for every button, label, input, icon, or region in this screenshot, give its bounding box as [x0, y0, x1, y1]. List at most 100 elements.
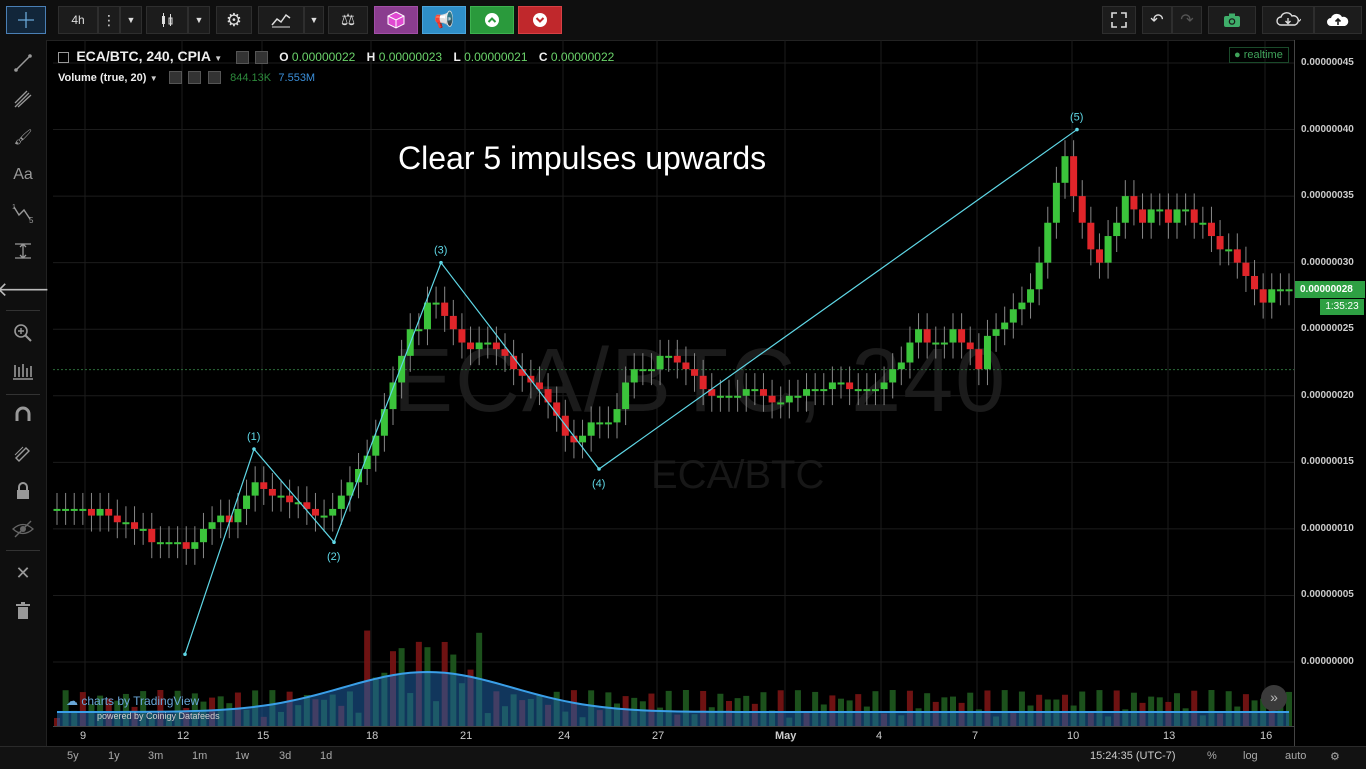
- candle-body: [1199, 222, 1207, 225]
- candle-body: [467, 342, 475, 350]
- pitchfork-tool[interactable]: [8, 86, 38, 112]
- candle-body: [1035, 262, 1043, 290]
- indicators-button[interactable]: [258, 6, 304, 34]
- load-chart-button[interactable]: [1262, 6, 1314, 34]
- scroll-to-realtime-button[interactable]: »: [1261, 685, 1287, 711]
- gear-icon[interactable]: [188, 71, 202, 85]
- symbol-title[interactable]: ECA/BTC, 240, CPIA: [76, 48, 211, 64]
- buy-button[interactable]: [470, 6, 514, 34]
- volume-dropdown-icon[interactable]: ▼: [150, 74, 158, 83]
- candle-body: [716, 395, 724, 398]
- range-button-1d[interactable]: 1d: [320, 750, 332, 762]
- circle-chevron-up-icon: [485, 13, 499, 27]
- interval-dropdown-button[interactable]: ▼: [120, 6, 142, 34]
- undo-icon: ↶: [1150, 12, 1164, 29]
- range-button-5y[interactable]: 5y: [67, 750, 79, 762]
- remove-drawings-tool[interactable]: [8, 598, 38, 624]
- lock-tool[interactable]: [8, 478, 38, 504]
- compare-button[interactable]: ⚖: [328, 6, 368, 34]
- interval-button[interactable]: 4h: [58, 6, 98, 34]
- text-tool[interactable]: Aa: [8, 162, 38, 188]
- zoom-in-tool[interactable]: [8, 320, 38, 346]
- stay-in-drawing-tool[interactable]: [8, 440, 38, 466]
- settings-button[interactable]: ⚙: [216, 6, 252, 34]
- auto-toggle[interactable]: auto: [1285, 750, 1306, 762]
- candle-body: [320, 515, 328, 518]
- chart-style-dropdown-button[interactable]: ▼: [188, 6, 210, 34]
- candle-body: [268, 488, 276, 496]
- range-button-3d[interactable]: 3d: [279, 750, 291, 762]
- indicators-dropdown-button[interactable]: ▼: [304, 6, 324, 34]
- tools-settings-tool[interactable]: ✕: [8, 560, 38, 586]
- tradingview-logo-icon: ☁: [66, 694, 78, 708]
- bar-pattern-tool[interactable]: [8, 358, 38, 384]
- back-arrow-tool[interactable]: 🡐: [0, 276, 50, 302]
- redo-button[interactable]: ↷: [1172, 6, 1202, 34]
- range-button-1y[interactable]: 1y: [108, 750, 120, 762]
- candle-body: [79, 508, 87, 511]
- interval-label: 4h: [71, 13, 85, 27]
- open-key: O: [279, 50, 289, 64]
- plugin-cube-button[interactable]: [374, 6, 418, 34]
- price-axis-label: 0.00000005: [1301, 589, 1354, 601]
- candle-body: [260, 482, 268, 489]
- chart-style-button[interactable]: [146, 6, 188, 34]
- trend-line-tool[interactable]: [8, 50, 38, 76]
- price-axis[interactable]: 0.00000045 0.00000040 0.00000035 0.00000030…: [1294, 40, 1366, 746]
- time-axis-label: 4: [876, 730, 883, 742]
- high-key: H: [366, 50, 376, 64]
- volume-title[interactable]: Volume (true, 20): [58, 72, 146, 84]
- eye-icon[interactable]: [169, 71, 183, 85]
- wave-point: [1075, 127, 1079, 132]
- candle-body: [1044, 222, 1052, 263]
- percent-toggle[interactable]: %: [1207, 750, 1217, 762]
- time-axis[interactable]: 9 12 15 18 21 24 27 May 4 7 10 13 16: [53, 726, 1294, 747]
- magnet-tool[interactable]: [8, 402, 38, 428]
- sell-button[interactable]: [518, 6, 562, 34]
- vertical-dots-icon: ⋮: [102, 11, 116, 28]
- range-button-1w[interactable]: 1w: [235, 750, 249, 762]
- candle-body: [1130, 196, 1138, 210]
- brush-tool[interactable]: 🖌: [8, 124, 38, 150]
- candle-body: [1095, 249, 1103, 263]
- price-axis-label: 0.00000000: [1301, 656, 1354, 667]
- candle-body: [639, 369, 647, 372]
- indicators-icon: [271, 13, 291, 28]
- symbol-dropdown-icon[interactable]: ▼: [214, 54, 222, 63]
- cube-icon: [387, 11, 405, 29]
- fullscreen-button[interactable]: [1102, 6, 1136, 34]
- snapshot-button[interactable]: [1208, 6, 1256, 34]
- crosshair-icon: [18, 12, 34, 28]
- chart-annotation-text[interactable]: Clear 5 impulses upwards: [398, 140, 766, 177]
- hide-drawings-tool[interactable]: [8, 516, 38, 542]
- crosshair-tool-button[interactable]: [6, 6, 46, 34]
- pencil-stack-icon: [14, 446, 30, 462]
- candle-body: [148, 528, 156, 543]
- pattern-tool[interactable]: 15: [8, 200, 38, 226]
- wave-pattern-icon: 15: [12, 204, 34, 223]
- log-toggle[interactable]: log: [1243, 750, 1258, 762]
- candle-body: [1121, 196, 1129, 223]
- range-button-1m[interactable]: 1m: [192, 750, 207, 762]
- measure-tool[interactable]: [8, 238, 38, 264]
- candle-body: [1104, 236, 1112, 263]
- candle-body: [156, 542, 164, 545]
- toolbar-separator: [6, 310, 40, 311]
- legend-collapse-icon[interactable]: [58, 52, 69, 64]
- candle-body: [983, 335, 991, 370]
- save-chart-button[interactable]: [1314, 6, 1362, 34]
- candle-body: [544, 389, 552, 403]
- wave-label: (3): [434, 245, 447, 257]
- zoom-in-icon: [14, 324, 32, 342]
- tradingview-branding[interactable]: ☁ charts by TradingView: [66, 694, 199, 708]
- broadcast-button[interactable]: 📢: [422, 6, 466, 34]
- gear-icon[interactable]: [254, 51, 268, 65]
- eye-icon[interactable]: [235, 51, 249, 65]
- undo-button[interactable]: ↶: [1142, 6, 1172, 34]
- candle-body: [897, 362, 905, 370]
- more-intervals-button[interactable]: ⋮: [98, 6, 120, 34]
- range-button-3m[interactable]: 3m: [148, 750, 163, 762]
- close-icon[interactable]: [207, 71, 221, 85]
- chart-settings-button[interactable]: ⚙: [1330, 750, 1340, 763]
- clock[interactable]: 15:24:35 (UTC-7): [1090, 750, 1176, 762]
